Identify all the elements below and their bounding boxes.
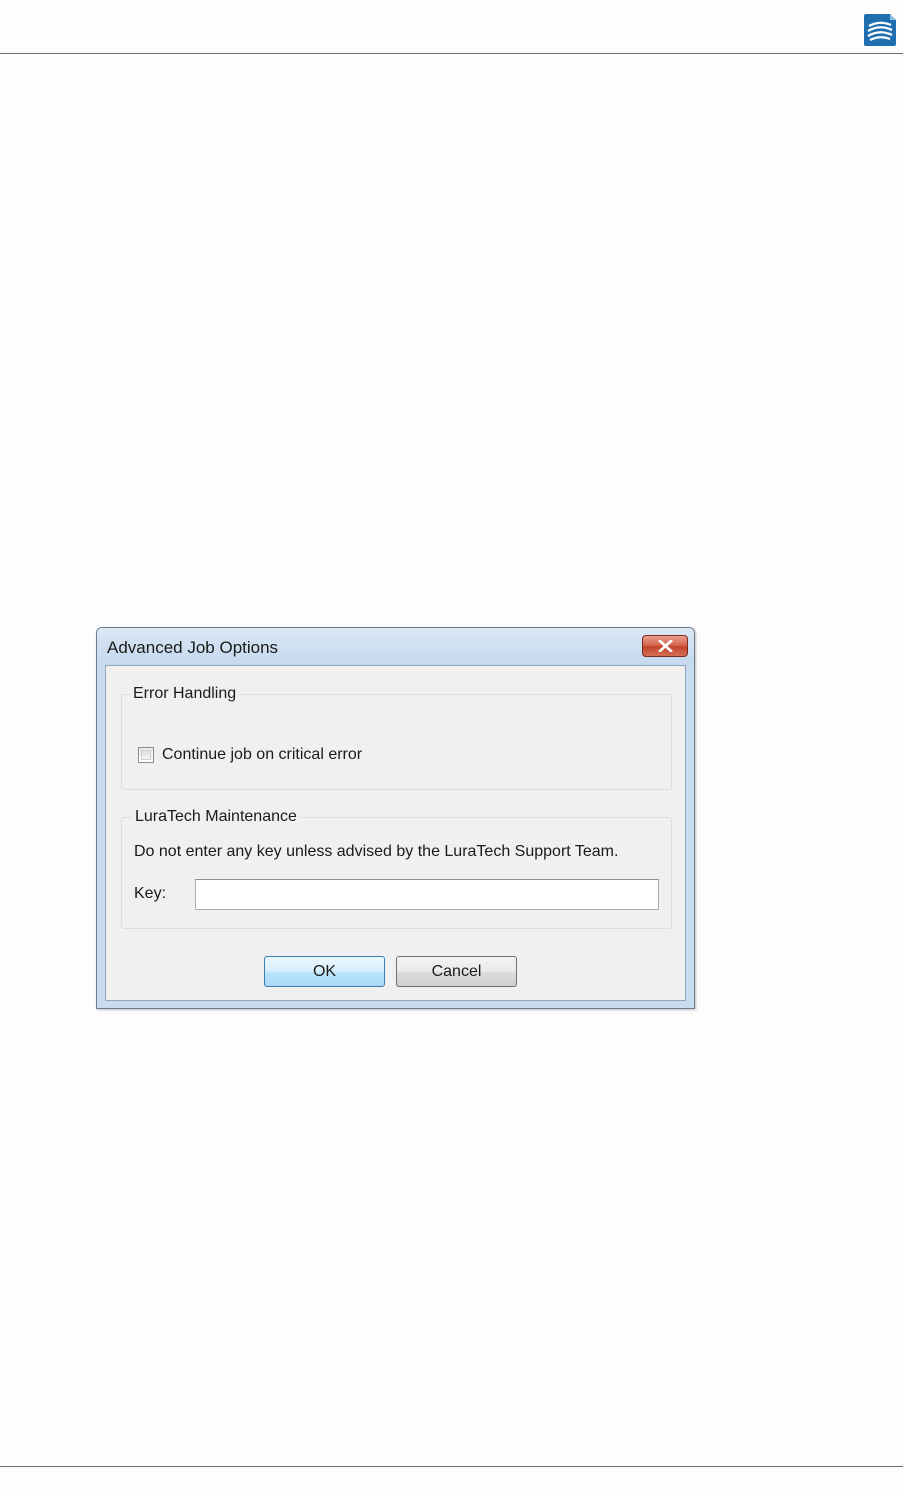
close-button[interactable] bbox=[642, 635, 688, 657]
error-handling-group bbox=[121, 694, 672, 790]
footer-divider bbox=[0, 1466, 903, 1467]
maintenance-notice: Do not enter any key unless advised by t… bbox=[134, 843, 619, 860]
continue-on-error-checkbox[interactable] bbox=[138, 747, 154, 763]
ok-button[interactable]: OK bbox=[264, 956, 385, 987]
luratech-logo-icon bbox=[862, 12, 898, 48]
close-icon bbox=[658, 640, 673, 652]
dialog-title: Advanced Job Options bbox=[107, 638, 279, 657]
key-input[interactable] bbox=[195, 879, 659, 910]
dialog-title-bar[interactable]: Advanced Job Options bbox=[97, 628, 694, 665]
continue-on-error-label[interactable]: Continue job on critical error bbox=[162, 746, 362, 764]
maintenance-group bbox=[121, 817, 672, 929]
advanced-job-options-dialog: Advanced Job Options Error Handling Cont… bbox=[96, 627, 695, 1009]
cancel-button[interactable]: Cancel bbox=[396, 956, 517, 987]
maintenance-legend: LuraTech Maintenance bbox=[132, 808, 300, 826]
header-divider bbox=[0, 53, 903, 54]
error-handling-legend: Error Handling bbox=[130, 685, 240, 703]
key-label: Key: bbox=[134, 885, 167, 902]
dialog-client-area: Error Handling Continue job on critical … bbox=[105, 665, 686, 1001]
